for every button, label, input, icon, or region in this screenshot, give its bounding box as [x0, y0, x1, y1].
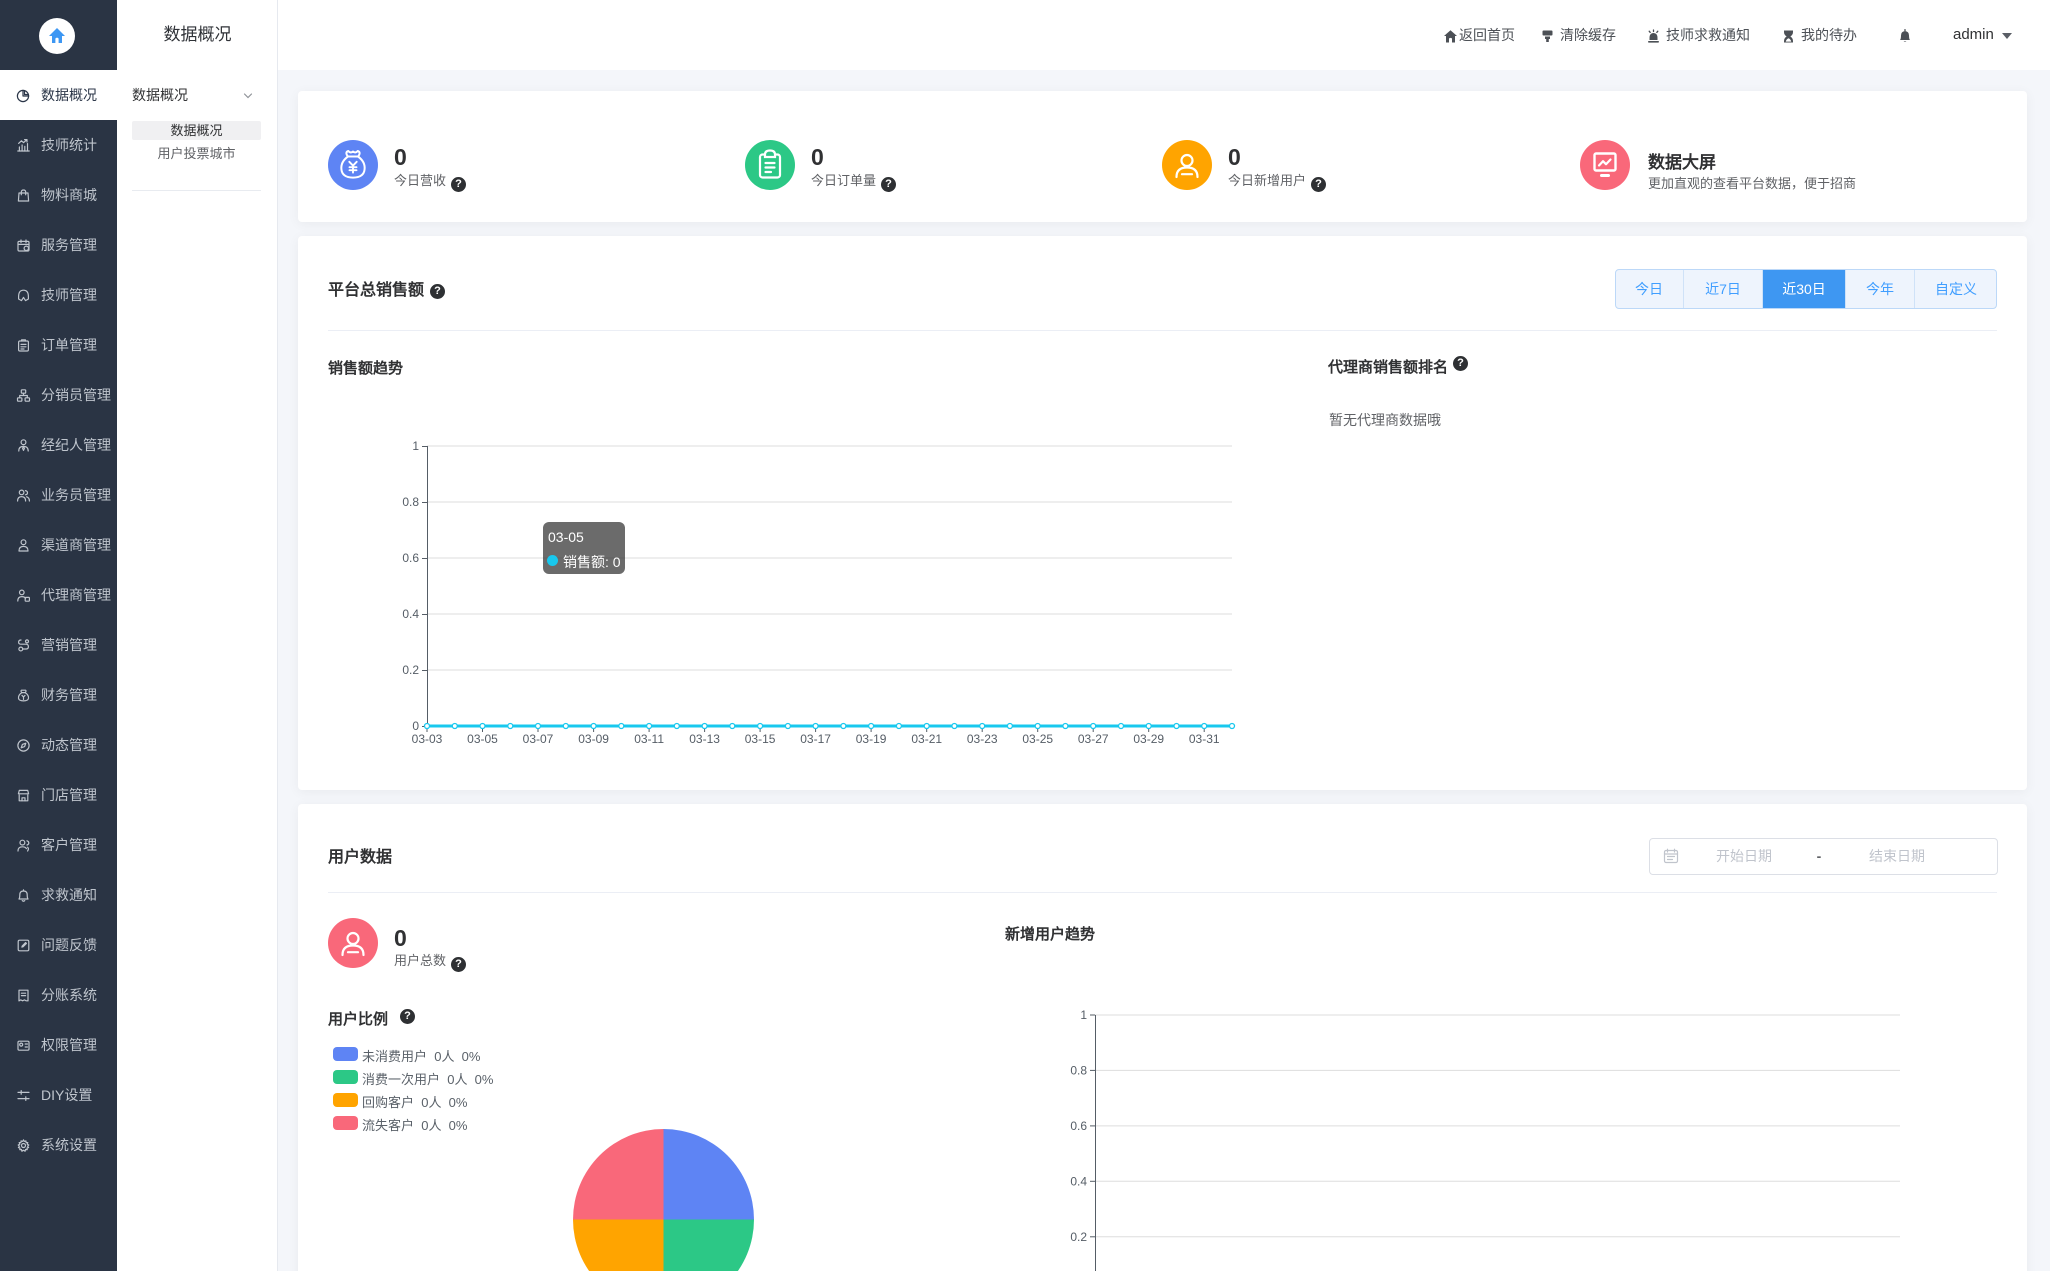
- svg-text:0.8: 0.8: [402, 495, 419, 509]
- svg-text:03-03: 03-03: [412, 732, 443, 746]
- svg-text:03-05: 03-05: [467, 732, 498, 746]
- svg-text:03-13: 03-13: [689, 732, 720, 746]
- svg-text:1: 1: [1080, 1008, 1087, 1022]
- svg-text:03-25: 03-25: [1022, 732, 1053, 746]
- svg-text:03-15: 03-15: [745, 732, 776, 746]
- svg-text:0.2: 0.2: [402, 663, 419, 677]
- svg-text:0.2: 0.2: [1070, 1230, 1087, 1244]
- svg-text:0.6: 0.6: [402, 551, 419, 565]
- svg-text:03-23: 03-23: [967, 732, 998, 746]
- svg-text:03-17: 03-17: [800, 732, 831, 746]
- svg-text:03-27: 03-27: [1078, 732, 1109, 746]
- svg-text:03-09: 03-09: [578, 732, 609, 746]
- svg-text:03-11: 03-11: [634, 732, 664, 746]
- svg-text:03-31: 03-31: [1189, 732, 1220, 746]
- svg-text:0.4: 0.4: [1070, 1174, 1087, 1188]
- svg-text:0.8: 0.8: [1070, 1063, 1087, 1077]
- svg-text:0: 0: [412, 719, 419, 733]
- svg-text:03-19: 03-19: [856, 732, 887, 746]
- svg-text:03-29: 03-29: [1133, 732, 1164, 746]
- svg-text:0.6: 0.6: [1070, 1119, 1087, 1133]
- svg-text:03-07: 03-07: [523, 732, 554, 746]
- svg-text:1: 1: [412, 439, 419, 453]
- svg-text:0.4: 0.4: [402, 607, 419, 621]
- svg-text:03-21: 03-21: [911, 732, 942, 746]
